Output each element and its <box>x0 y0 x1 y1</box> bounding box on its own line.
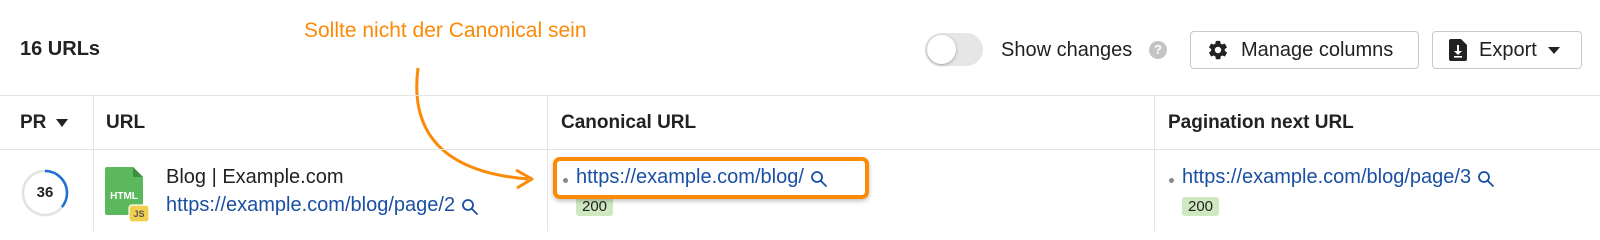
column-divider <box>93 95 94 231</box>
annotation-highlight-box <box>553 157 869 199</box>
file-type-label: HTML <box>110 191 138 202</box>
column-label-pr: PR <box>20 111 47 133</box>
list-bullet <box>1169 178 1174 183</box>
pagination-next-url-link[interactable]: https://example.com/blog/page/3 <box>1182 166 1471 188</box>
search-icon[interactable] <box>1477 170 1495 188</box>
column-divider <box>547 95 548 231</box>
column-header-url[interactable]: URL <box>106 96 145 149</box>
table-header: PR URL Canonical URL Pagination next URL <box>0 95 1600 150</box>
js-badge-label: JS <box>133 209 144 219</box>
url-cell: https://example.com/blog/page/2 <box>166 194 479 217</box>
column-divider <box>1154 95 1155 231</box>
pagination-next-cell: https://example.com/blog/page/3 <box>1182 166 1495 189</box>
html-file-icon: HTML JS <box>105 167 150 223</box>
search-icon[interactable] <box>461 198 479 216</box>
page-title: Blog | Example.com <box>166 166 344 188</box>
column-header-pr[interactable]: PR <box>20 96 69 149</box>
pr-value: 36 <box>36 184 54 201</box>
status-badge: 200 <box>1182 197 1220 216</box>
sort-desc-icon[interactable] <box>56 118 69 127</box>
column-header-canonical-url[interactable]: Canonical URL <box>561 96 696 149</box>
column-header-pagination-next-url[interactable]: Pagination next URL <box>1168 96 1354 149</box>
page-url-link[interactable]: https://example.com/blog/page/2 <box>166 194 455 216</box>
status-badge: 200 <box>576 197 614 216</box>
